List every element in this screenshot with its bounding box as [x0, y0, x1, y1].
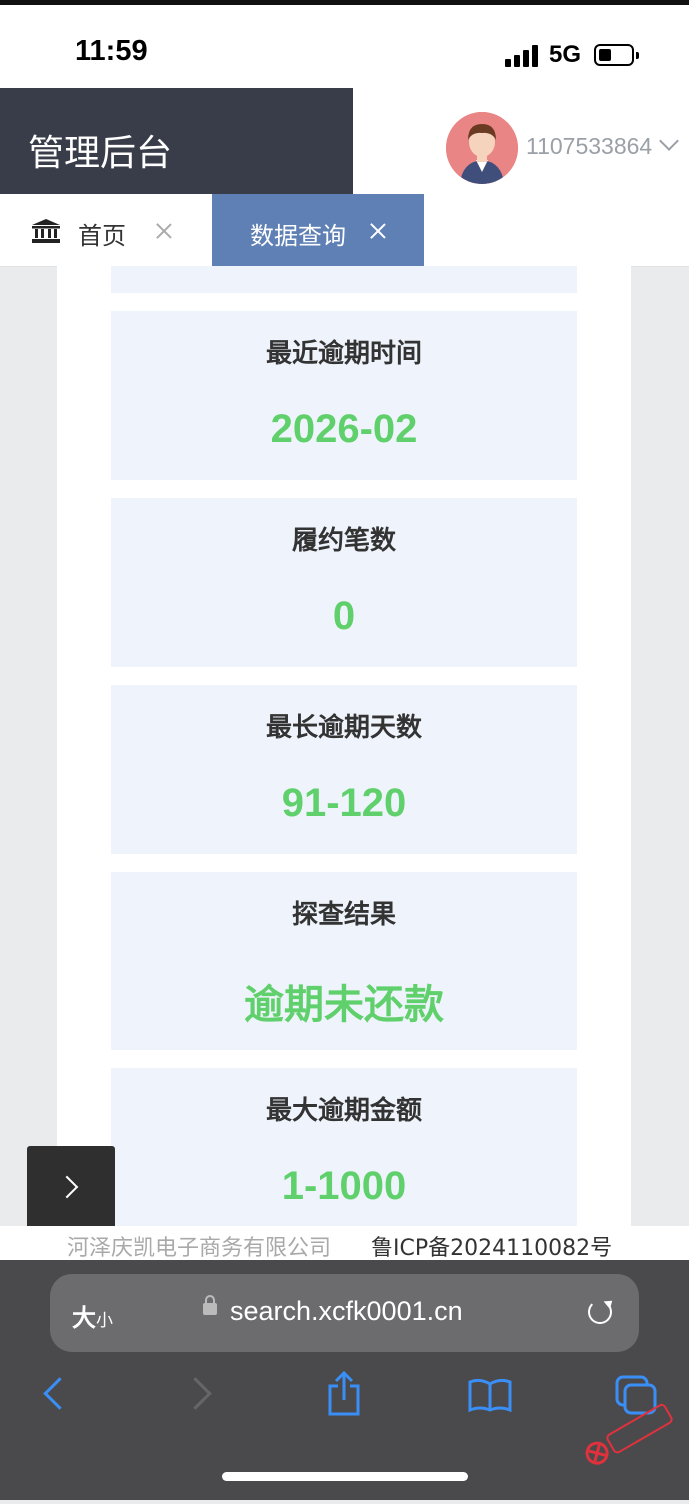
lock-icon	[203, 1295, 217, 1315]
card-title: 最近逾期时间	[265, 339, 422, 369]
address-bar[interactable]: 大小 search.xcfk0001.cn	[50, 1274, 639, 1352]
card-value: 2026-02	[270, 407, 418, 451]
bookmarks-icon[interactable]	[467, 1378, 513, 1412]
user-avatar-icon	[446, 112, 518, 184]
network-type: 5G	[549, 41, 582, 68]
card-value: 逾期未还款	[244, 982, 444, 1028]
result-card: 最近逾期时间 2026-02	[111, 311, 577, 480]
result-card: 最长逾期天数 91-120	[111, 685, 577, 854]
icp-number[interactable]: 鲁ICP备2024110082号	[371, 1230, 612, 1262]
result-panel: 最近逾期时间 2026-02 履约笔数 0 最长逾期天数 91-120 探查结果…	[57, 266, 631, 1226]
status-time: 11:59	[75, 35, 148, 67]
tab-home[interactable]: 首页	[0, 194, 212, 266]
tab-data-query[interactable]: 数据查询	[212, 194, 424, 266]
url-text[interactable]: search.xcfk0001.cn	[230, 1296, 463, 1327]
card-title: 最长逾期天数	[265, 713, 422, 743]
page-title: 管理后台	[28, 133, 173, 174]
bank-icon	[32, 219, 60, 243]
avatar[interactable]	[446, 112, 518, 184]
share-icon[interactable]	[326, 1370, 362, 1416]
username[interactable]: 1107533864	[526, 133, 652, 160]
card-title: 最大逾期金额	[265, 1096, 422, 1126]
card-title: 履约笔数	[291, 526, 396, 556]
text-size-button[interactable]: 大小	[72, 1298, 113, 1333]
back-button[interactable]	[40, 1372, 70, 1412]
tab-data-query-label: 数据查询	[250, 222, 346, 250]
result-card-partial	[111, 266, 577, 293]
text-size-small: 小	[96, 1311, 113, 1331]
battery-icon	[594, 44, 639, 66]
text-size-big: 大	[72, 1304, 96, 1332]
card-value: 1-1000	[281, 1164, 407, 1208]
status-bar: 11:59 5G	[0, 0, 689, 88]
result-card: 最大逾期金额 1-1000	[111, 1068, 577, 1226]
card-title: 探查结果	[291, 900, 396, 930]
brand-block: 管理后台	[0, 88, 353, 194]
browser-toolbar: 大小 search.xcfk0001.cn	[0, 1260, 689, 1500]
result-card: 探查结果 逾期未还款	[111, 872, 577, 1050]
tab-bar: 首页 数据查询	[0, 194, 689, 267]
tab-home-label: 首页	[78, 222, 126, 250]
company-name: 河泽庆凯电子商务有限公司	[67, 1236, 332, 1261]
reload-icon[interactable]	[588, 1300, 612, 1324]
close-icon[interactable]	[156, 223, 172, 239]
admin-header: 管理后台 1107533864	[0, 88, 689, 194]
forward-button[interactable]	[180, 1372, 210, 1412]
page-footer: 河泽庆凯电子商务有限公司 鲁ICP备2024110082号	[0, 1226, 689, 1262]
signal-icon	[505, 45, 539, 67]
sidebar-toggle-button[interactable]	[27, 1146, 115, 1233]
home-indicator	[222, 1472, 468, 1481]
result-card: 履约笔数 0	[111, 498, 577, 667]
chevron-down-icon[interactable]	[659, 131, 679, 151]
close-icon[interactable]	[370, 223, 386, 239]
card-value: 0	[332, 594, 356, 638]
card-value: 91-120	[281, 781, 407, 825]
